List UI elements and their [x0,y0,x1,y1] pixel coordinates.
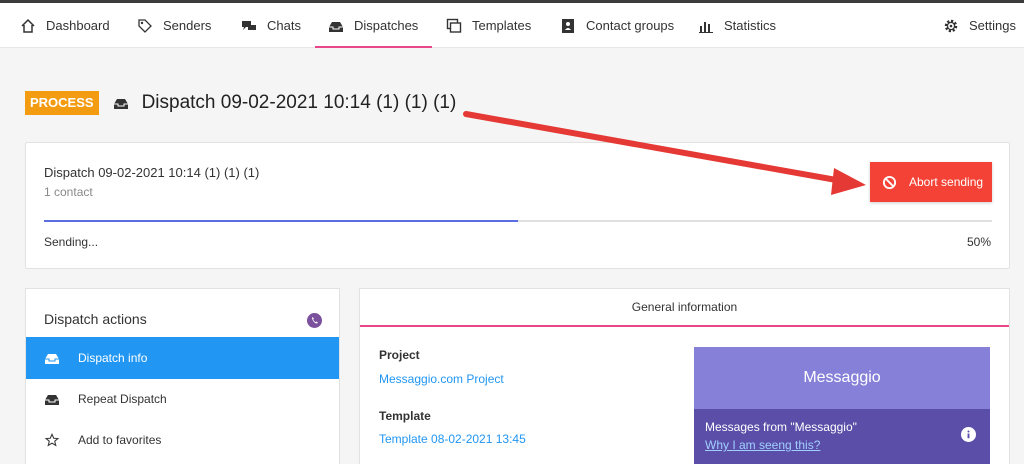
info-icon[interactable] [961,427,976,442]
nav-dispatches-label: Dispatches [354,18,419,33]
project-link[interactable]: Messaggio.com Project [379,372,504,386]
nav-templates[interactable]: Templates [446,3,531,48]
contact-count: 1 contact [44,185,93,199]
action-add-to-favorites-label: Add to favorites [78,433,162,447]
nav-dispatches[interactable]: Dispatches [315,3,432,48]
nav-statistics-label: Statistics [724,18,777,33]
dispatch-name: Dispatch 09-02-2021 10:14 (1) (1) (1) [44,165,260,180]
abort-sending-button[interactable]: Abort sending [870,162,992,202]
nav-settings[interactable]: Settings [943,3,1016,48]
template-link[interactable]: Template 08-02-2021 13:45 [379,432,526,446]
general-information-tab[interactable]: General information [360,289,1009,327]
viber-icon [307,313,322,328]
status-badge: PROCESS [25,91,99,115]
dispatch-progress-card: Dispatch 09-02-2021 10:14 (1) (1) (1) 1 … [25,142,1010,269]
chat-icon [242,20,256,30]
progress-bar [44,220,992,222]
action-repeat-dispatch[interactable]: Repeat Dispatch [26,378,339,420]
nav-contact-groups-label: Contact groups [586,18,675,33]
project-label: Project [379,348,420,362]
nav-senders[interactable]: Senders [137,3,211,48]
home-icon [21,18,35,33]
star-icon [44,433,60,447]
action-add-to-favorites[interactable]: Add to favorites [26,419,339,461]
inbox-icon [45,395,59,405]
why-seeing-this-link[interactable]: Why I am seeng this? [705,438,820,452]
sending-status: Sending... [44,235,99,249]
action-dispatch-info[interactable]: Dispatch info [26,337,339,379]
nav-senders-label: Senders [163,18,212,33]
action-dispatch-info-label: Dispatch info [78,351,148,365]
progress-percent: 50% [966,235,991,249]
nav-statistics[interactable]: Statistics [698,3,776,48]
progress-bar-fill [44,220,518,222]
action-repeat-dispatch-label: Repeat Dispatch [78,392,167,406]
inbox-icon [113,99,128,109]
gear-icon [944,19,958,32]
tag-icon [138,18,152,33]
dispatch-actions-panel: Dispatch actions Dispatch info Repeat Di… [25,288,340,464]
nav-dashboard-label: Dashboard [46,18,110,33]
page-header: PROCESS Dispatch 09-02-2021 10:14 (1) (1… [25,90,456,116]
nav-contact-groups[interactable]: Contact groups [560,3,674,48]
nav-chats[interactable]: Chats [241,3,301,48]
nav-chats-label: Chats [267,18,301,33]
abort-sending-label: Abort sending [909,175,984,189]
actions-title: Dispatch actions [44,311,147,327]
nav-dashboard[interactable]: Dashboard [20,3,110,48]
templates-icon [446,18,462,33]
template-label: Template [379,409,431,423]
page-title: Dispatch 09-02-2021 10:14 (1) (1) (1) [141,92,457,113]
block-icon [882,175,897,189]
bar-chart-icon [699,21,713,33]
main-nav: Dashboard Senders Chats Dispatches Templ… [0,3,1024,48]
contacts-book-icon [562,18,574,33]
preview-message-text: Messages from "Messaggio" [705,420,857,434]
preview-sender-name: Messaggio [694,347,990,409]
inbox-icon [329,21,343,32]
nav-settings-label: Settings [969,18,1016,33]
nav-templates-label: Templates [472,18,532,33]
general-information-panel: General information Project Messaggio.co… [359,288,1010,464]
inbox-icon [45,354,59,364]
message-preview: Messaggio Messages from "Messaggio" Why … [694,347,990,464]
